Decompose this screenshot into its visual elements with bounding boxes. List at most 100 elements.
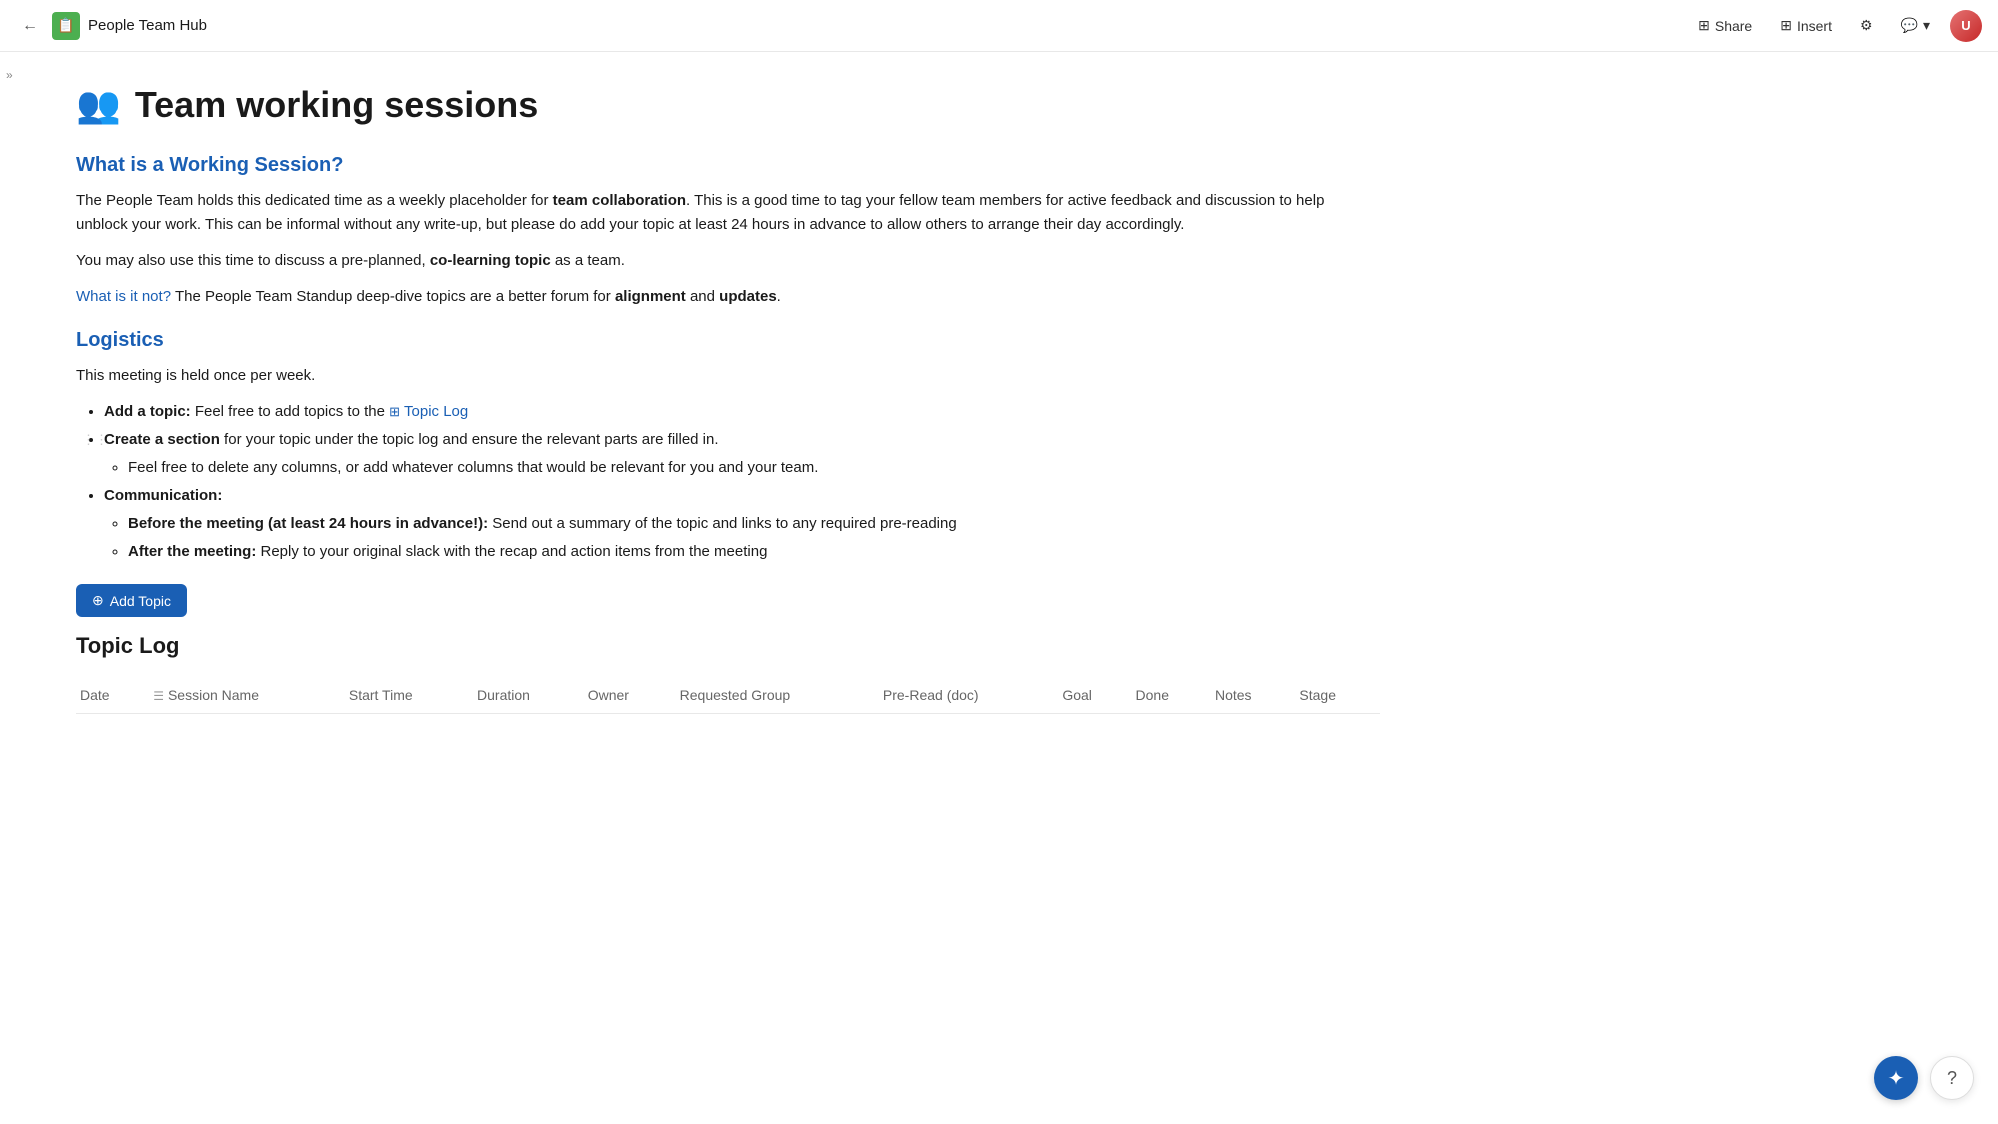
bullet3-bold: Communication: (104, 487, 222, 504)
bullet1-pre: Feel free to add topics to the (191, 403, 389, 420)
logistics-section: Logistics This meeting is held once per … (76, 329, 1380, 564)
sparkle-button[interactable]: ✦ (1874, 1056, 1918, 1100)
add-topic-button[interactable]: ⊕ Add Topic (76, 584, 187, 617)
float-bar: ✦ ? (1874, 1056, 1974, 1100)
topic-table: Date ☰ Session Name Start Time Duration O… (76, 679, 1380, 714)
main-content: 👥 Team working sessions What is a Workin… (28, 52, 1428, 1124)
para2-pre: You may also use this time to discuss a … (76, 252, 430, 269)
logistics-intro: This meeting is held once per week. (76, 364, 1380, 388)
col-owner-label: Owner (588, 687, 629, 703)
insert-button[interactable]: ⊞ Insert (1772, 13, 1840, 38)
para1-bold: team collaboration (553, 192, 686, 209)
para3-post-mid: and (686, 288, 719, 305)
col-start-time: Start Time (345, 679, 473, 714)
topnav-left: ← 📋 People Team Hub (16, 12, 1690, 40)
col-duration: Duration (473, 679, 584, 714)
add-topic-label: Add Topic (110, 593, 171, 609)
comment-button[interactable]: 💬 ▾ (1893, 13, 1938, 38)
sub-list-1: Feel free to delete any columns, or add … (128, 456, 1380, 480)
sidebar-toggle[interactable]: » (0, 52, 28, 98)
col-stage-label: Stage (1299, 687, 1336, 703)
sub-bullet1: Feel free to delete any columns, or add … (128, 456, 1380, 480)
topic-log-heading: Topic Log (76, 633, 1380, 659)
logistics-heading: Logistics (76, 329, 1380, 352)
bullet-communication: Communication: Before the meeting (at le… (104, 484, 1380, 564)
page-title: Team working sessions (135, 84, 538, 126)
settings-button[interactable]: ⚙ (1852, 13, 1881, 38)
app-emoji: 📋 (57, 17, 74, 34)
what-is-paragraph1: The People Team holds this dedicated tim… (76, 189, 1380, 237)
what-is-section: What is a Working Session? The People Te… (76, 154, 1380, 309)
col-date-label: Date (80, 687, 110, 703)
col-goal: Goal (1058, 679, 1131, 714)
col-duration-label: Duration (477, 687, 530, 703)
insert-label: Insert (1797, 18, 1832, 34)
sub-bullet3-post: Reply to your original slack with the re… (256, 543, 767, 560)
para1-pre: The People Team holds this dedicated tim… (76, 192, 553, 209)
what-is-paragraph3: What is it not? The People Team Standup … (76, 285, 1380, 309)
bullet2-post: for your topic under the topic log and e… (220, 431, 719, 448)
col-requested-group-label: Requested Group (680, 687, 791, 703)
sub-bullet-after: After the meeting: Reply to your origina… (128, 540, 1380, 564)
bullet1-bold: Add a topic: (104, 403, 191, 420)
col-done-label: Done (1136, 687, 1169, 703)
logistics-list: Add a topic: Feel free to add topics to … (104, 400, 1380, 564)
back-button[interactable]: ← (16, 12, 44, 40)
para3-bold1: alignment (615, 288, 686, 305)
bullet-create-section: ⋮⋮ Create a section for your topic under… (104, 428, 1380, 480)
insert-icon: ⊞ (1780, 17, 1792, 34)
gear-icon: ⚙ (1860, 17, 1873, 34)
bullet1-link: Topic Log (404, 400, 468, 424)
chevron-right-icon: » (6, 68, 13, 82)
col-pre-read-label: Pre-Read (doc) (883, 687, 979, 703)
col-notes: Notes (1211, 679, 1295, 714)
table-header: Date ☰ Session Name Start Time Duration O… (76, 679, 1380, 714)
table-icon: ☰ (153, 689, 164, 703)
avatar-initials: U (1961, 18, 1970, 33)
comment-icon: 💬 (1901, 17, 1918, 34)
col-date: Date (76, 679, 149, 714)
col-requested-group: Requested Group (676, 679, 879, 714)
what-is-not-link[interactable]: What is it not? (76, 288, 171, 305)
col-done: Done (1132, 679, 1211, 714)
page-emoji: 👥 (76, 84, 121, 126)
share-label: Share (1715, 18, 1752, 34)
what-is-heading: What is a Working Session? (76, 154, 1380, 177)
sparkle-icon: ✦ (1888, 1066, 1905, 1091)
col-session-name: ☰ Session Name (149, 679, 345, 714)
share-button[interactable]: ⊞ Share (1690, 13, 1760, 38)
drag-handle[interactable]: ⋮⋮ (82, 430, 108, 451)
para3-end: . (777, 288, 781, 305)
back-icon: ← (22, 17, 38, 35)
help-button[interactable]: ? (1930, 1056, 1974, 1100)
table-header-row: Date ☰ Session Name Start Time Duration O… (76, 679, 1380, 714)
what-is-paragraph2: You may also use this time to discuss a … (76, 249, 1380, 273)
table-icon: ⊞ (389, 402, 400, 423)
topnav: ← 📋 People Team Hub ⊞ Share ⊞ Insert ⚙ 💬… (0, 0, 1998, 52)
para2-bold: co-learning topic (430, 252, 551, 269)
share-icon: ⊞ (1698, 17, 1710, 34)
para3-post-pre: The People Team Standup deep-dive topics… (171, 288, 615, 305)
chevron-down-icon: ▾ (1923, 17, 1930, 34)
avatar[interactable]: U (1950, 10, 1982, 42)
col-goal-label: Goal (1062, 687, 1092, 703)
col-stage: Stage (1295, 679, 1380, 714)
para2-post: as a team. (551, 252, 625, 269)
help-icon: ? (1947, 1068, 1957, 1089)
page-title-row: 👥 Team working sessions (76, 84, 1380, 126)
topnav-right: ⊞ Share ⊞ Insert ⚙ 💬 ▾ U (1690, 10, 1982, 42)
col-pre-read: Pre-Read (doc) (879, 679, 1058, 714)
col-start-time-label: Start Time (349, 687, 413, 703)
app-icon: 📋 (52, 12, 80, 40)
sub-list-2: Before the meeting (at least 24 hours in… (128, 512, 1380, 564)
col-notes-label: Notes (1215, 687, 1252, 703)
plus-icon: ⊕ (92, 592, 104, 609)
bullet2-bold: Create a section (104, 431, 220, 448)
app-title: People Team Hub (88, 17, 207, 34)
sub-bullet3-bold: After the meeting: (128, 543, 256, 560)
bullet-add-topic: Add a topic: Feel free to add topics to … (104, 400, 1380, 424)
col-session-name-label: Session Name (168, 687, 259, 703)
sub-bullet2-post: Send out a summary of the topic and link… (488, 515, 957, 532)
topic-log-link[interactable]: ⊞Topic Log (389, 400, 468, 424)
col-owner: Owner (584, 679, 676, 714)
